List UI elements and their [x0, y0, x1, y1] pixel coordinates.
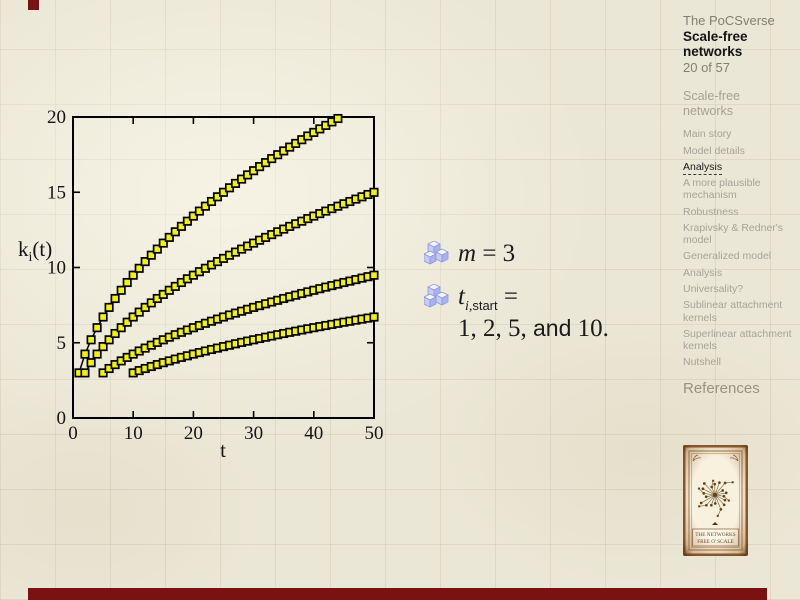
- sidebar-item-label: Main story: [683, 128, 731, 140]
- sidebar-item-label: A more plausible mechanism: [683, 177, 761, 201]
- x-tick-label: 0: [68, 423, 78, 444]
- cubes-bullet-icon: [424, 284, 449, 308]
- x-tick-label: 40: [304, 423, 323, 444]
- sidebar-item-sublinear-attachment-kernels[interactable]: Sublinear attachment kernels: [683, 299, 793, 324]
- sidebar-item-label: Generalized model: [683, 250, 771, 262]
- x-tick-label: 30: [244, 423, 263, 444]
- math-t-start-values: 1, 2, 5, and 10.: [458, 315, 609, 344]
- x-axis-label: t: [208, 438, 238, 463]
- sidebar-item-generalized-model[interactable]: Generalized model: [683, 250, 793, 262]
- sidebar-item-analysis[interactable]: Analysis: [683, 161, 793, 173]
- x-tick-label: 50: [365, 423, 384, 444]
- sidebar-item-superlinear-attachment-kernels[interactable]: Superlinear attachment kernels: [683, 328, 793, 353]
- y-axis-label: ki(t): [18, 237, 52, 266]
- sidebar-item-references[interactable]: References: [683, 380, 793, 397]
- series-10: [130, 313, 378, 376]
- networks-free-of-scale-card: THE NETWORKS FREE O' SCALE: [683, 445, 748, 556]
- cubes-bullet-icon: [424, 241, 449, 265]
- slide: { "sidebar": { "pretitle": "The PoCSvers…: [0, 0, 800, 600]
- page-indicator: 20 of 57: [683, 60, 793, 76]
- sidebar-item-label: Analysis: [683, 161, 722, 175]
- sidebar: The PoCSverse Scale-free networks 20 of …: [683, 13, 793, 397]
- x-tick-label: 20: [184, 423, 203, 444]
- y-tick-label: 5: [57, 333, 67, 354]
- sidebar-item-model-details[interactable]: Model details: [683, 145, 793, 157]
- sidebar-item-krapivsky-redner-s-model[interactable]: Krapivsky & Redner's model: [683, 222, 793, 247]
- math-t-start: ti,start =: [458, 283, 609, 315]
- bullet-m-equals-3: m = 3: [424, 240, 515, 269]
- sidebar-nav: Main story Model details Analysis A more pl…: [683, 128, 793, 369]
- degree-growth-chart: 0102030405005101520: [0, 0, 800, 600]
- sidebar-item-universality[interactable]: Universality?: [683, 283, 793, 295]
- plot-box: [73, 117, 374, 418]
- y-tick-label: 15: [47, 182, 66, 203]
- section-heading[interactable]: Scale-free networks: [683, 89, 763, 119]
- x-tick-label: 10: [124, 423, 143, 444]
- sidebar-item-label: Model details: [683, 145, 745, 157]
- sidebar-item-nutshell[interactable]: Nutshell: [683, 356, 793, 368]
- y-tick-label: 0: [57, 408, 67, 429]
- sidebar-item-label: Superlinear attachment kernels: [683, 328, 792, 352]
- deck-title: Scale-free networks: [683, 29, 767, 60]
- sidebar-item-label: Universality?: [683, 283, 743, 295]
- sidebar-item-main-story[interactable]: Main story: [683, 128, 793, 140]
- sidebar-item-label: Krapivsky & Redner's model: [683, 222, 783, 246]
- sidebar-item-label: Analysis: [683, 267, 722, 279]
- bullet-t-start-values: ti,start = 1, 2, 5, and 10.: [424, 283, 609, 344]
- sidebar-item-label: Robustness: [683, 206, 738, 218]
- sidebar-item-analysis[interactable]: Analysis: [683, 267, 793, 279]
- math-m-equals-3: m = 3: [458, 240, 515, 269]
- sidebar-item-robustness[interactable]: Robustness: [683, 206, 793, 218]
- deck-pretitle: The PoCSverse: [683, 13, 793, 29]
- sidebar-item-a-more-plausible-mechanism[interactable]: A more plausible mechanism: [683, 177, 793, 202]
- sidebar-item-label: Nutshell: [683, 356, 721, 368]
- sidebar-item-label: Sublinear attachment kernels: [683, 299, 782, 323]
- y-tick-label: 20: [47, 107, 66, 128]
